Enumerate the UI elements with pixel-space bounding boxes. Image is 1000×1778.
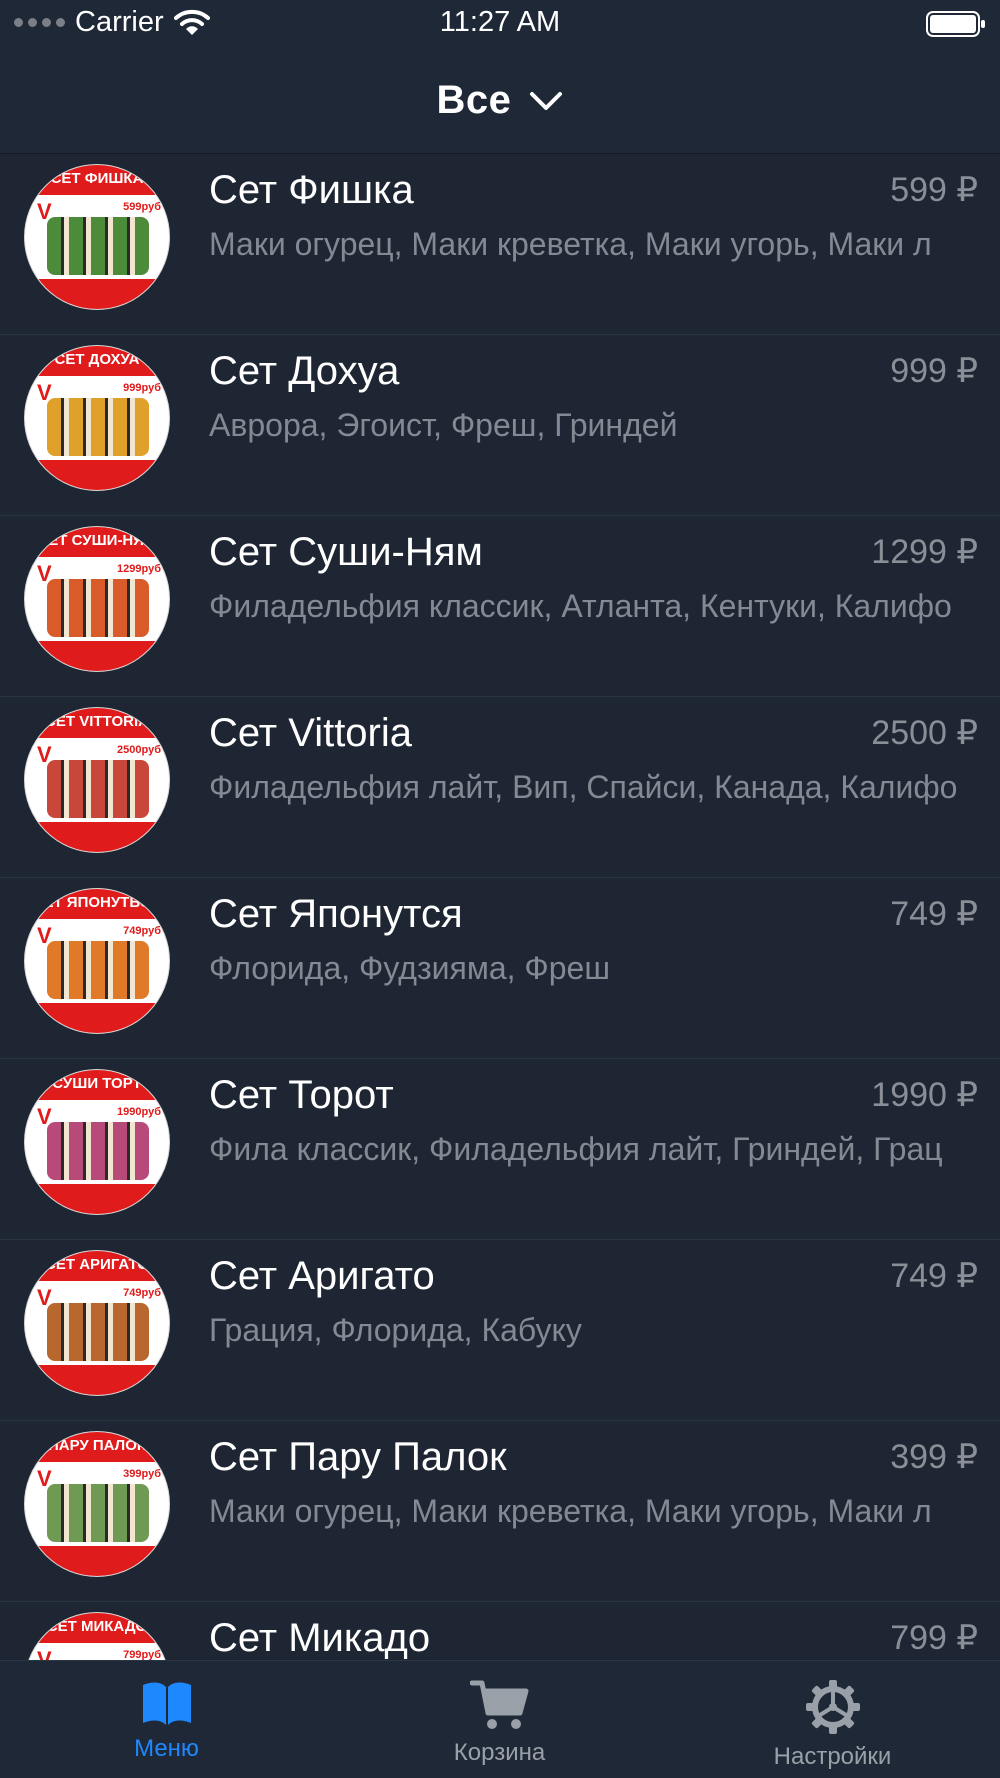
item-price: 999 ₽	[890, 352, 978, 390]
item-thumbnail: СЕТ СУШИ-НЯМ V 1299руб	[24, 526, 170, 672]
item-thumbnail: СУШИ ТОРТ V 1990руб	[24, 1069, 170, 1215]
item-name: Сет Японутся	[209, 892, 463, 936]
item-thumbnail: СЕТ МИКАДО V 799руб	[24, 1612, 170, 1660]
food-photo	[47, 941, 149, 999]
list-item[interactable]: СЕТ ЯПОНУТЬСЯ V 749руб Сет Японутся 749 ₽ Фло…	[0, 878, 1000, 1059]
thumb-title: СЕТ ЯПОНУТЬСЯ	[32, 894, 162, 911]
thumb-title: СЕТ МИКАДО	[46, 1618, 148, 1635]
food-photo	[47, 579, 149, 637]
item-price: 799 ₽	[890, 1619, 978, 1657]
item-thumbnail: ПАРУ ПАЛОК V 399руб	[24, 1431, 170, 1577]
item-description: Маки огурец, Маки креветка, Маки угорь, …	[209, 226, 932, 262]
item-description: Грация, Флорида, Кабуку	[209, 1312, 582, 1348]
item-price: 1299 ₽	[871, 533, 978, 571]
food-photo	[47, 1303, 149, 1361]
item-description: Маки огурец, Маки креветка, Маки угорь, …	[209, 1493, 932, 1529]
thumb-price: 399руб	[123, 1468, 161, 1480]
item-thumbnail: СЕТ ДОХУА V 999руб	[24, 345, 170, 491]
item-name: Сет Аригато	[209, 1254, 435, 1298]
food-photo	[47, 760, 149, 818]
food-photo	[47, 398, 149, 456]
item-thumbnail: СЕТ АРИГАТО V 749руб	[24, 1250, 170, 1396]
item-thumbnail: СЕТ ФИШКА V 599руб	[24, 164, 170, 310]
thumb-title: СЕТ ДОХУА	[54, 351, 140, 368]
category-selector[interactable]: Все	[0, 48, 1000, 154]
list-item[interactable]: СЕТ АРИГАТО V 749руб Сет Аригато 749 ₽ Грация…	[0, 1240, 1000, 1421]
item-price: 749 ₽	[890, 1257, 978, 1295]
list-item[interactable]: СЕТ ДОХУА V 999руб Сет Дохуа 999 ₽ Аврора, Эг…	[0, 335, 1000, 516]
item-price: 749 ₽	[890, 895, 978, 933]
item-name: Сет Дохуа	[209, 349, 400, 393]
food-photo	[47, 1484, 149, 1542]
item-price: 1990 ₽	[871, 1076, 978, 1114]
thumb-price: 749руб	[123, 1287, 161, 1299]
thumb-title: СЕТ VITTORIA	[45, 713, 149, 730]
thumb-bottom-band	[25, 822, 169, 852]
gear-icon	[805, 1680, 860, 1734]
tab-menu[interactable]: Меню	[0, 1661, 333, 1778]
list-item[interactable]: СЕТ VITTORIA V 2500руб Сет Vittoria 2500 ₽ Фи…	[0, 697, 1000, 878]
thumb-price: 1299руб	[117, 563, 161, 575]
battery-icon	[926, 11, 985, 37]
status-time: 11:27 AM	[439, 6, 561, 38]
item-thumbnail: СЕТ VITTORIA V 2500руб	[24, 707, 170, 853]
item-name: Сет Торот	[209, 1073, 394, 1117]
thumb-bottom-band	[25, 279, 169, 309]
thumb-price: 599руб	[123, 201, 161, 213]
item-description: Фила классик, Филадельфия лайт, Гриндей,…	[209, 1131, 943, 1167]
thumb-bottom-band	[25, 1365, 169, 1395]
item-name: Сет Vittoria	[209, 711, 413, 755]
thumb-price: 1990руб	[117, 1106, 161, 1118]
thumb-bottom-band	[25, 1184, 169, 1214]
thumb-price: 799руб	[123, 1649, 161, 1660]
list-item[interactable]: СЕТ ФИШКА V 599руб Сет Фишка 599 ₽ Маки огуре…	[0, 154, 1000, 335]
thumb-bottom-band	[25, 1003, 169, 1033]
nav-title: Все	[436, 78, 512, 122]
item-description: Флорида, Фудзияма, Фреш	[209, 950, 610, 986]
tab-cart[interactable]: Корзина	[333, 1661, 666, 1778]
list-item[interactable]: СЕТ МИКАДО V 799руб Сет Микадо 799 ₽	[0, 1602, 1000, 1660]
thumb-price: 2500руб	[117, 744, 161, 756]
thumb-bottom-band	[25, 460, 169, 490]
tab-menu-label: Меню	[134, 1735, 199, 1762]
item-price: 399 ₽	[890, 1438, 978, 1476]
menu-list[interactable]: СЕТ ФИШКА V 599руб Сет Фишка 599 ₽ Маки огуре…	[0, 154, 1000, 1660]
thumb-title: СЕТ АРИГАТО	[45, 1256, 149, 1273]
food-photo	[47, 1122, 149, 1180]
tab-settings-label: Настройки	[773, 1743, 892, 1770]
thumb-title: СУШИ ТОРТ	[52, 1075, 142, 1092]
item-price: 2500 ₽	[871, 714, 978, 752]
item-name: Сет Фишка	[209, 168, 414, 212]
thumb-bottom-band	[25, 1546, 169, 1576]
item-thumbnail: СЕТ ЯПОНУТЬСЯ V 749руб	[24, 888, 170, 1034]
list-item[interactable]: ПАРУ ПАЛОК V 399руб Сет Пару Палок 399 ₽ Маки…	[0, 1421, 1000, 1602]
food-photo	[47, 217, 149, 275]
book-icon	[142, 1682, 191, 1725]
thumb-title: СЕТ ФИШКА	[50, 170, 144, 187]
thumb-price: 749руб	[123, 925, 161, 937]
item-description: Аврора, Эгоист, Фреш, Гриндей	[209, 407, 678, 443]
chevron-down-icon	[530, 91, 563, 110]
item-description: Филадельфия классик, Атланта, Кентуки, К…	[209, 588, 952, 624]
tab-bar: Меню Корзина Настройки	[0, 1660, 1000, 1778]
list-item[interactable]: СЕТ СУШИ-НЯМ V 1299руб Сет Суши-Ням 1299 ₽ Фи…	[0, 516, 1000, 697]
item-name: Сет Пару Палок	[209, 1435, 507, 1479]
tab-settings[interactable]: Настройки	[666, 1661, 999, 1778]
list-item[interactable]: СУШИ ТОРТ V 1990руб Сет Торот 1990 ₽ Фила кла…	[0, 1059, 1000, 1240]
item-name: Сет Микадо	[209, 1616, 431, 1660]
thumb-price: 999руб	[123, 382, 161, 394]
tab-cart-label: Корзина	[453, 1739, 546, 1766]
thumb-title: СЕТ СУШИ-НЯМ	[37, 532, 157, 549]
vittoria-logo-icon: V	[37, 1647, 52, 1660]
status-bar: Carrier 11:27 AM	[0, 0, 1000, 48]
thumb-title: ПАРУ ПАЛОК	[47, 1437, 147, 1454]
item-price: 599 ₽	[890, 171, 978, 209]
cart-icon	[469, 1680, 528, 1729]
thumb-bottom-band	[25, 641, 169, 671]
item-description: Филадельфия лайт, Вип, Спайси, Канада, К…	[209, 769, 958, 805]
item-name: Сет Суши-Ням	[209, 530, 483, 574]
